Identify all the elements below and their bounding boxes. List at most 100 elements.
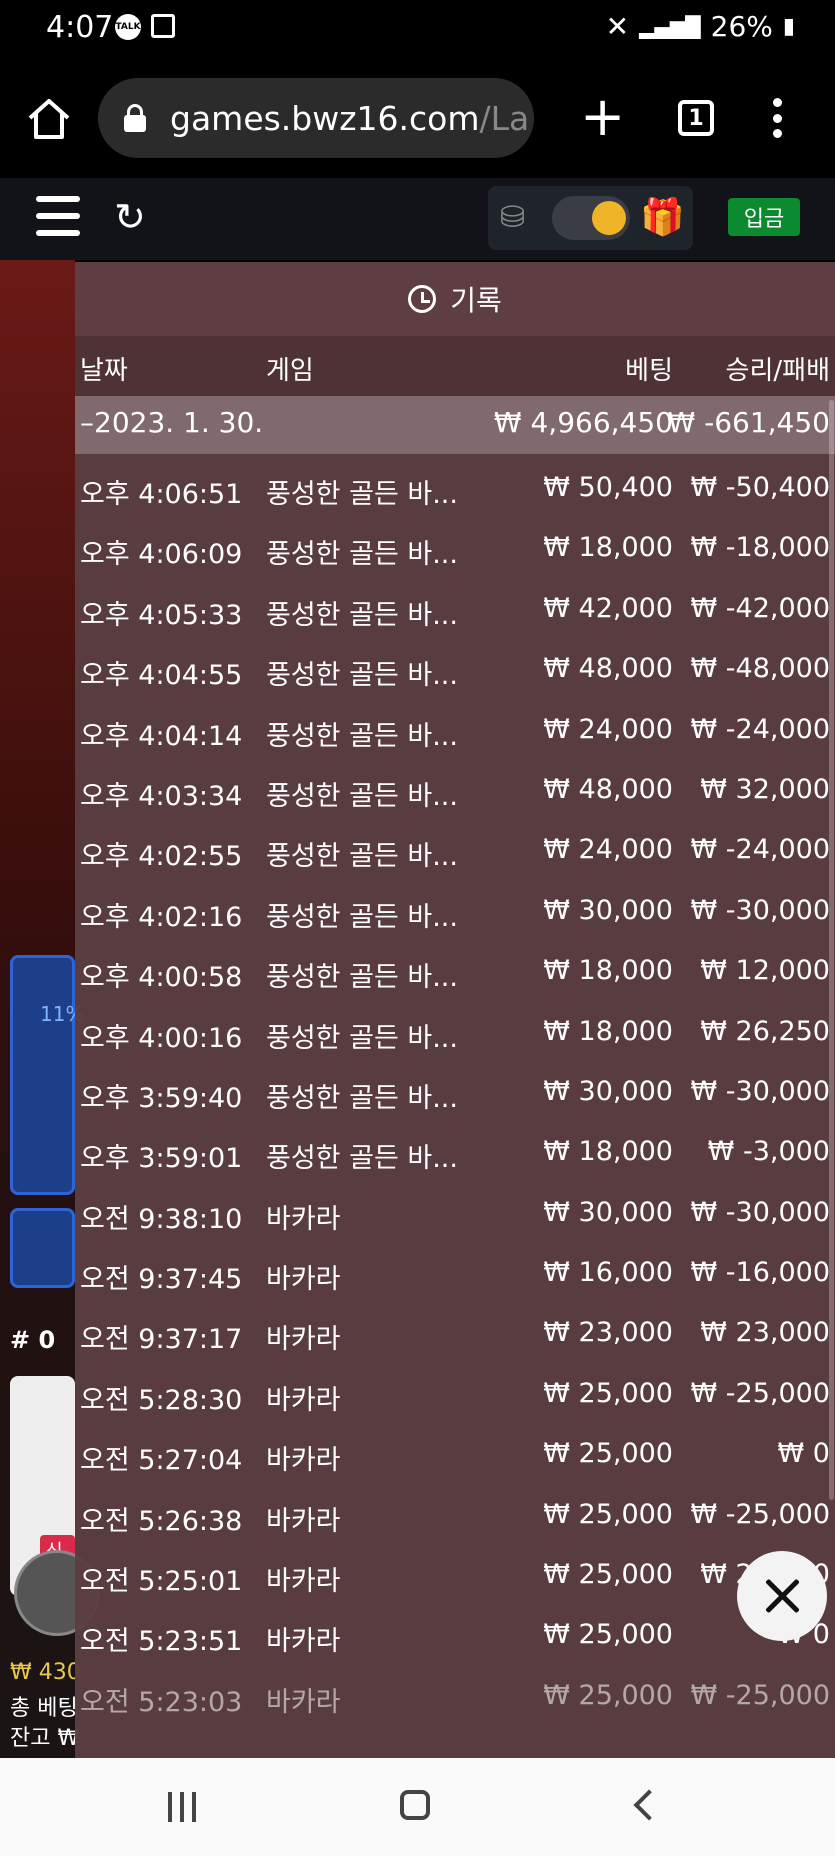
back-icon[interactable]: [633, 1789, 665, 1821]
system-nav-bar: [0, 1758, 835, 1856]
table-row[interactable]: 오후 4:06:09 풍성한 골든 바... ₩ 18,000 ₩ -18,000: [75, 520, 835, 580]
row-winloss: ₩ -42,000: [690, 592, 831, 624]
row-bet: ₩ 25,000: [543, 1377, 673, 1409]
home-icon[interactable]: [26, 96, 72, 142]
bonus-card[interactable]: [10, 955, 75, 1195]
row-time: 오후 4:02:16: [80, 901, 243, 933]
history-panel: 기록 날짜 게임 베팅 승리/패배 –2023. 1. 30. ₩ 4,966,…: [75, 262, 835, 1758]
talk-icon: TALK: [115, 14, 141, 40]
url-domain: games.bwz16.com: [170, 98, 480, 138]
column-headers: 날짜 게임 베팅 승리/패배: [75, 336, 835, 396]
row-time: 오후 4:04:14: [80, 720, 243, 752]
close-icon: [764, 1578, 800, 1614]
col-winloss: 승리/패배: [725, 356, 830, 386]
row-time: 오전 5:27:04: [80, 1445, 243, 1477]
table-row[interactable]: 오전 5:28:30 바카라 ₩ 25,000 ₩ -25,000: [75, 1366, 835, 1426]
row-bet: ₩ 48,000: [543, 773, 673, 805]
row-time: 오전 9:37:45: [80, 1264, 243, 1296]
row-game: 풍성한 골든 바...: [266, 720, 458, 752]
row-bet: ₩ 50,400: [543, 472, 673, 503]
row-bet: ₩ 16,000: [543, 1257, 673, 1289]
table-row[interactable]: 오후 4:04:14 풍성한 골든 바... ₩ 24,000 ₩ -24,000: [75, 702, 835, 762]
table-row[interactable]: 오전 5:23:51바카라₩ 25,000₩ 0: [75, 1607, 835, 1667]
row-time: 오전 9:37:17: [80, 1324, 243, 1356]
row-winloss: ₩ -25,000: [690, 1498, 831, 1530]
coins-icon: ⛁: [500, 200, 526, 235]
row-bet: ₩ 18,000: [543, 955, 673, 987]
row-game: 풍성한 골든 바...: [266, 901, 458, 933]
row-bet: ₩ 18,000: [543, 1015, 673, 1047]
table-row[interactable]: 오전 9:37:45 바카라 ₩ 16,000 ₩ -16,000: [75, 1245, 835, 1305]
row-game: 바카라: [266, 1686, 341, 1718]
bonus-card-2[interactable]: [10, 1208, 75, 1288]
row-winloss: ₩ 0: [777, 1438, 830, 1470]
row-winloss: ₩ 32,000: [700, 773, 830, 805]
browser-toolbar: games.bwz16.com/La + 1: [0, 60, 835, 178]
tab-switcher-button[interactable]: 1: [678, 100, 714, 136]
summary-winloss: ₩ -661,450: [667, 406, 830, 439]
hamburger-menu-icon[interactable]: [36, 196, 80, 236]
more-menu-icon[interactable]: [772, 98, 782, 138]
row-game: 바카라: [266, 1505, 341, 1537]
table-row[interactable]: 오후 3:59:01 풍성한 골든 바... ₩ 18,000 ₩ -3,000: [75, 1124, 835, 1184]
table-row[interactable]: 오후 3:59:40 풍성한 골든 바... ₩ 30,000 ₩ -30,000: [75, 1064, 835, 1124]
table-row[interactable]: 오후 4:04:55 풍성한 골든 바... ₩ 48,000 ₩ -48,000: [75, 641, 835, 701]
table-row[interactable]: 오후 4:06:51 풍성한 골든 바... ₩ 50,400 ₩ -50,400: [75, 460, 835, 520]
history-rows: 오후 4:06:51 풍성한 골든 바... ₩ 50,400 ₩ -50,400 오후…: [75, 460, 835, 1728]
row-game: 풍성한 골든 바...: [266, 660, 458, 692]
table-row[interactable]: 오후 4:00:16 풍성한 골든 바... ₩ 18,000 ₩ 26,250: [75, 1004, 835, 1064]
col-date: 날짜: [80, 356, 128, 386]
row-time: 오후 4:04:55: [80, 660, 243, 692]
row-game: 바카라: [266, 1264, 341, 1296]
currency-toggle-box: ⛁ 🎁: [488, 186, 693, 250]
new-tab-icon[interactable]: +: [580, 90, 625, 144]
recent-apps-icon[interactable]: [168, 1792, 196, 1822]
table-row[interactable]: 오후 4:00:58 풍성한 골든 바... ₩ 18,000 ₩ 12,000: [75, 943, 835, 1003]
col-game: 게임: [266, 356, 314, 386]
row-bet: ₩ 48,000: [543, 653, 673, 685]
table-row[interactable]: 오후 4:02:16 풍성한 골든 바... ₩ 30,000 ₩ -30,000: [75, 883, 835, 943]
row-bet: ₩ 24,000: [543, 834, 673, 866]
table-row[interactable]: 오후 4:03:34 풍성한 골든 바... ₩ 48,000 ₩ 32,000: [75, 762, 835, 822]
row-bet: ₩ 18,000: [543, 532, 673, 564]
row-game: 풍성한 골든 바...: [266, 1143, 458, 1175]
status-right-icons: ✕ ▂▄▆█ 26% ▮: [606, 10, 795, 43]
row-bet: ₩ 30,000: [543, 1075, 673, 1107]
nav-home-icon[interactable]: [400, 1790, 430, 1820]
table-row[interactable]: 오전 9:37:17 바카라 ₩ 23,000 ₩ 23,000: [75, 1305, 835, 1365]
row-time: 오전 5:26:38: [80, 1505, 243, 1537]
scrollbar[interactable]: [829, 400, 834, 1500]
summary-date: –2023. 1. 30.: [80, 406, 264, 439]
row-time: 오전 5:23:51: [80, 1626, 243, 1658]
url-bar[interactable]: games.bwz16.com/La: [98, 78, 534, 158]
battery-level: 26%: [710, 10, 773, 43]
row-winloss: ₩ -24,000: [690, 713, 831, 745]
table-row[interactable]: 오후 4:02:55 풍성한 골든 바... ₩ 24,000 ₩ -24,000: [75, 822, 835, 882]
table-row[interactable]: 오후 4:05:33 풍성한 골든 바... ₩ 42,000 ₩ -42,000: [75, 581, 835, 641]
currency-toggle[interactable]: [552, 196, 630, 240]
row-winloss: ₩ 12,000: [700, 955, 830, 987]
row-game: 바카라: [266, 1445, 341, 1477]
row-winloss: ₩ -25,000: [690, 1377, 831, 1409]
row-time: 오후 4:05:33: [80, 599, 243, 631]
table-row[interactable]: 오전 5:26:38 바카라 ₩ 25,000 ₩ -25,000: [75, 1487, 835, 1547]
close-button[interactable]: [737, 1551, 827, 1641]
row-bet: ₩ 25,000: [543, 1679, 673, 1711]
url-text: games.bwz16.com/La: [170, 99, 529, 138]
row-winloss: ₩ -30,000: [690, 894, 831, 926]
row-time: 오전 5:25:01: [80, 1566, 243, 1598]
row-winloss: ₩ -3,000: [707, 1136, 830, 1168]
row-winloss: ₩ -24,000: [690, 834, 831, 866]
mute-icon: ✕: [605, 10, 630, 43]
date-summary-row[interactable]: –2023. 1. 30. ₩ 4,966,450 ₩ -661,450: [75, 396, 835, 454]
row-game: 풍성한 골든 바...: [266, 1082, 458, 1114]
table-row[interactable]: 오전 5:27:04 바카라 ₩ 25,000 ₩ 0: [75, 1426, 835, 1486]
row-game: 풍성한 골든 바...: [266, 1022, 458, 1054]
refresh-icon[interactable]: ↻: [114, 198, 146, 236]
table-row[interactable]: 오전 5:25:01바카라₩ 25,000₩ 25,000: [75, 1547, 835, 1607]
deposit-button[interactable]: 입금: [728, 198, 800, 236]
table-row[interactable]: 오전 9:38:10 바카라 ₩ 30,000 ₩ -30,000: [75, 1185, 835, 1245]
row-bet: ₩ 25,000: [543, 1559, 673, 1591]
table-row[interactable]: 오전 5:23:03 바카라 ₩ 25,000 ₩ -25,000: [75, 1668, 835, 1728]
gift-icon[interactable]: 🎁: [640, 196, 685, 238]
